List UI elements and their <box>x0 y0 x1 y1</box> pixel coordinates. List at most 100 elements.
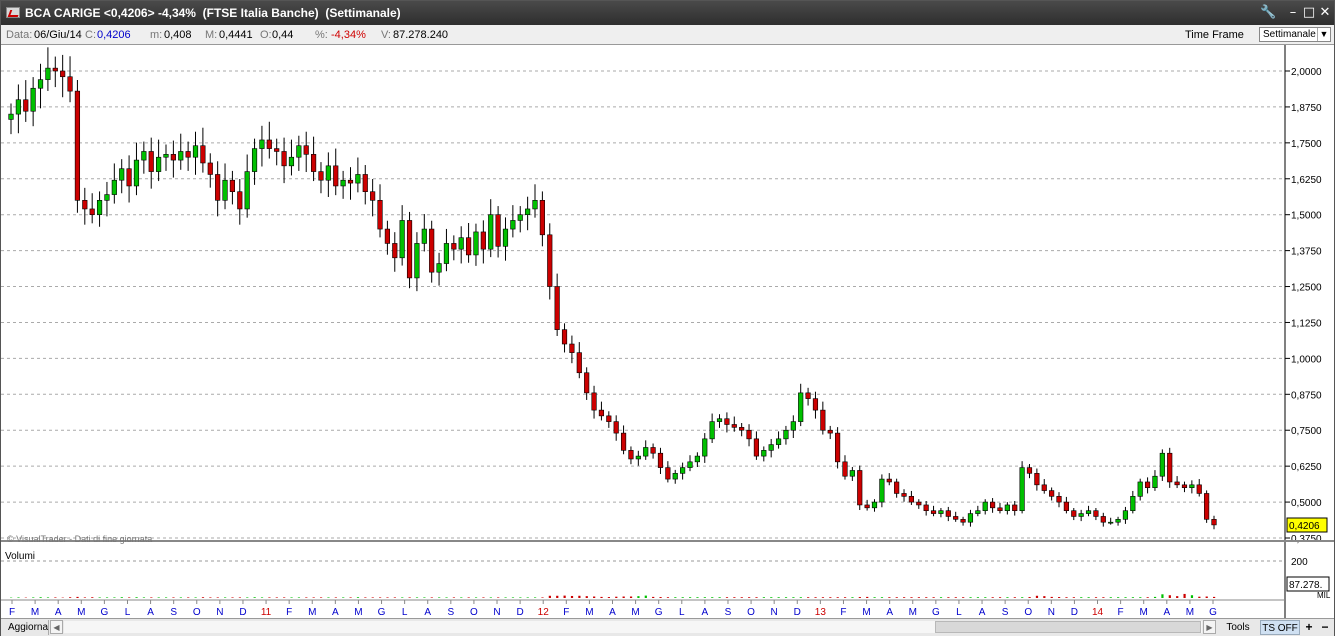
candle-body <box>244 171 250 210</box>
volume-bar <box>179 597 182 598</box>
price-tick-label: 0,7500 <box>1291 426 1322 437</box>
chevron-down-icon[interactable]: ▼ <box>1317 28 1330 41</box>
scroll-left-button[interactable]: ◀ <box>50 620 63 634</box>
x-tick-label: F <box>1118 607 1124 618</box>
timeframe-select[interactable]: Settimanale ▼ <box>1259 27 1331 42</box>
volume-bar <box>216 597 219 598</box>
volume-bar <box>814 597 817 598</box>
zoom-out-button[interactable]: − <box>1318 620 1332 635</box>
volume-bar <box>1153 596 1157 598</box>
candle-body <box>894 481 900 494</box>
candle-body <box>635 455 641 460</box>
volume-tick-200: 200 <box>1291 557 1308 568</box>
candle-body <box>820 409 826 431</box>
candle-body <box>1211 519 1217 526</box>
candle-body <box>953 516 959 520</box>
volume-bar <box>164 597 168 598</box>
pct-value: -4,34% <box>331 29 366 41</box>
scroll-thumb[interactable] <box>935 621 1201 633</box>
volume-bar <box>113 597 116 598</box>
candle-body <box>111 179 117 195</box>
candle-body <box>23 99 29 112</box>
candle-body <box>347 179 354 184</box>
price-chart[interactable]: 2,0000 1,8750 1,7500 1,6250 1,5000 1,3750 1,25… <box>1 45 1334 618</box>
open-label: O: <box>260 29 272 41</box>
close-button[interactable]: ✕ <box>1317 5 1333 21</box>
date-value: 06/Giu/14 <box>34 29 82 41</box>
volume-bar <box>600 596 603 598</box>
volume-bar <box>105 597 109 598</box>
candle-body <box>355 174 361 184</box>
chart-app-icon <box>6 7 20 18</box>
volume-bar <box>150 597 153 598</box>
candle-body <box>665 467 671 480</box>
volume-bar <box>962 597 965 598</box>
candle-body <box>296 145 302 158</box>
candle-body <box>606 415 612 422</box>
candle-body <box>200 145 206 164</box>
candle-body <box>96 200 103 215</box>
candle-body <box>916 501 922 506</box>
ts-off-button[interactable]: TS OFF <box>1260 620 1300 635</box>
x-tick-label: D <box>794 607 801 618</box>
volume-bar <box>467 597 470 598</box>
candle-body <box>975 510 981 514</box>
candle-body <box>178 151 184 161</box>
volume-bar <box>1183 593 1186 598</box>
candle-body <box>561 329 568 345</box>
volume-bar <box>984 597 987 598</box>
wrench-icon[interactable]: 🔧 <box>1260 5 1276 21</box>
volume-bar <box>688 597 692 598</box>
candle-body <box>842 461 848 477</box>
maximize-button[interactable]: □ <box>1301 5 1317 21</box>
price-tick-label: 1,2500 <box>1291 283 1322 294</box>
candle-body <box>1167 452 1173 483</box>
x-tick-label: A <box>979 607 986 618</box>
volume-bar <box>807 597 810 598</box>
scroll-right-button[interactable]: ▶ <box>1203 620 1216 634</box>
volume-bar <box>401 597 404 598</box>
candle-body <box>1026 467 1033 474</box>
volume-bar <box>629 596 633 598</box>
volume-bar <box>76 596 79 598</box>
minimize-button[interactable]: – <box>1285 5 1301 21</box>
candle-body <box>89 208 95 215</box>
price-tick-label: 1,1250 <box>1291 318 1322 329</box>
volume-bar <box>843 597 847 598</box>
ohlc-info-bar: Data: 06/Giu/14 C: 0,4206 m: 0,408 M: 0,… <box>1 25 1334 45</box>
candle-body <box>1085 510 1092 514</box>
volume-bar <box>209 597 212 598</box>
candle-body <box>281 151 287 167</box>
candle-body <box>680 467 686 474</box>
volume-bar <box>46 597 50 598</box>
volume-bar <box>1028 597 1031 598</box>
volume-bar <box>534 597 537 598</box>
volume-bar <box>799 597 802 598</box>
x-tick-label: 13 <box>815 607 827 618</box>
date-label: Data: <box>6 29 33 41</box>
candle-body <box>1196 484 1202 494</box>
candle-body <box>997 507 1003 511</box>
volume-bar <box>1176 596 1179 598</box>
candle-body <box>1152 475 1158 489</box>
x-tick-label: O <box>747 607 755 618</box>
volume-label: V: <box>381 29 391 41</box>
candle-body <box>251 148 258 172</box>
volume-bar <box>1006 597 1009 598</box>
zoom-in-button[interactable]: + <box>1302 620 1316 635</box>
candle-body <box>835 432 841 463</box>
candle-body <box>15 99 21 115</box>
tools-button[interactable]: Tools <box>1219 620 1257 635</box>
volume-bar <box>415 597 419 598</box>
x-tick-label: G <box>378 607 386 618</box>
x-tick-label: M <box>31 607 39 618</box>
candle-body <box>731 424 737 428</box>
x-tick-label: A <box>332 607 339 618</box>
refresh-button[interactable]: Aggiorna <box>3 620 49 635</box>
candle-body <box>82 200 88 210</box>
volume-bar <box>120 597 123 598</box>
volume-bar <box>932 597 935 598</box>
x-tick-label: M <box>585 607 593 618</box>
candle-body <box>406 220 413 279</box>
candle-body <box>133 159 140 187</box>
